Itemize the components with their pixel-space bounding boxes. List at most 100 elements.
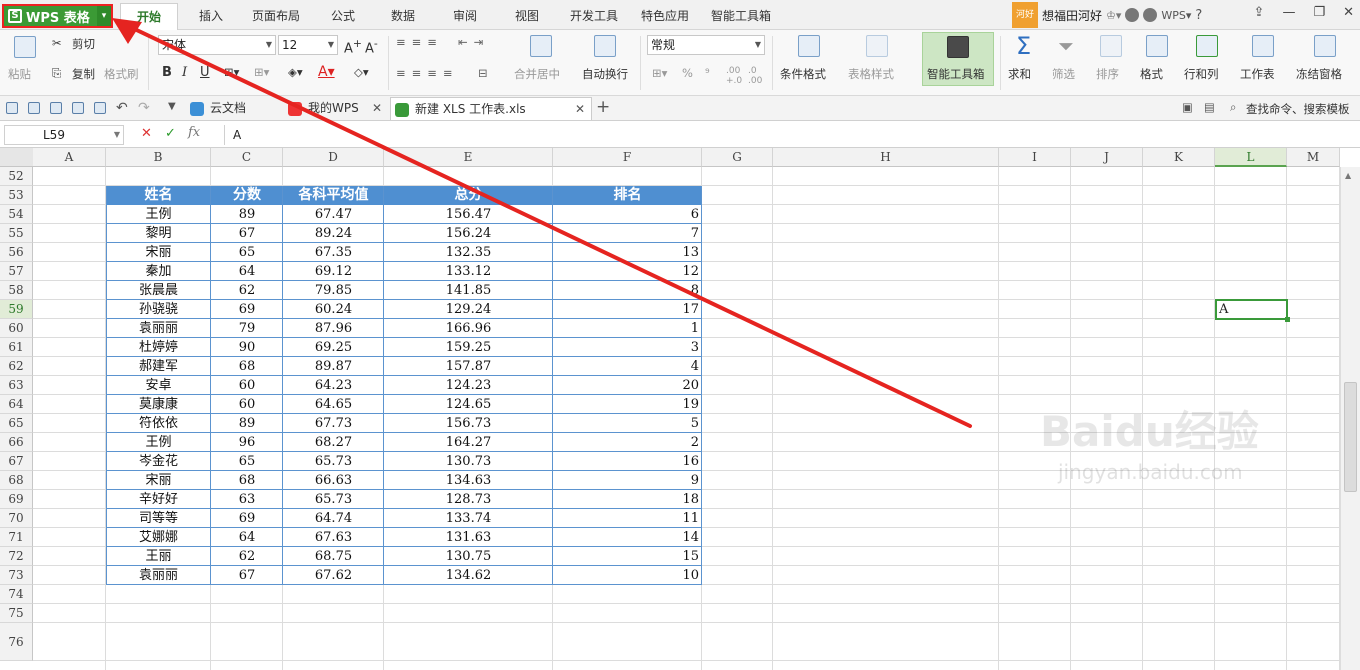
font-size-select[interactable]: 12 ▼ [278,35,338,55]
table-cell[interactable]: 袁丽丽 [106,319,211,338]
table-cell[interactable]: 15 [553,547,702,566]
table-cell[interactable]: 3 [553,338,702,357]
column-header-M[interactable]: M [1287,148,1340,167]
table-cell[interactable]: 130.75 [384,547,553,566]
table-cell[interactable]: 134.63 [384,471,553,490]
table-header-cell[interactable]: 分数 [211,186,283,205]
table-cell[interactable]: 124.65 [384,395,553,414]
tab-cloud-docs[interactable]: 云文档 [186,97,282,120]
undo-icon[interactable]: ↶ [116,100,128,116]
increase-font-icon[interactable]: A+ [344,37,362,56]
table-cell[interactable]: 辛好好 [106,490,211,509]
italic-button[interactable]: I [182,65,187,80]
table-cell[interactable]: 87.96 [283,319,384,338]
worksheet-icon[interactable] [1252,35,1274,57]
table-cell[interactable]: 8 [553,281,702,300]
currency-icon[interactable]: ⊞▾ [652,66,667,80]
vertical-scrollbar-thumb[interactable] [1344,382,1357,492]
row-header-52[interactable]: 52 [0,167,33,186]
table-header-cell[interactable]: 总分 [384,186,553,205]
tab-formulas[interactable]: 公式 [322,6,364,26]
table-cell[interactable]: 132.35 [384,243,553,262]
paste-icon[interactable] [14,36,36,58]
fill-handle[interactable] [1285,317,1290,322]
decimal-increase-icon[interactable]: .00 +.0 [726,66,742,86]
preview-icon[interactable] [94,102,106,114]
bold-button[interactable]: B [162,65,172,80]
table-style-icon[interactable] [866,35,888,57]
table-cell[interactable]: 96 [211,433,283,452]
tab-special[interactable]: 特色应用 [634,6,696,26]
confirm-edit-icon[interactable]: ✓ [165,126,176,141]
table-cell[interactable]: 89.87 [283,357,384,376]
user-avatar[interactable]: 河好 [1012,2,1038,28]
font-name-select[interactable]: 宋体 ▼ [158,35,276,55]
table-cell[interactable]: 130.73 [384,452,553,471]
table-cell[interactable]: 符依依 [106,414,211,433]
table-cell[interactable]: 张晨晨 [106,281,211,300]
row-header-69[interactable]: 69 [0,490,33,509]
table-cell[interactable]: 156.24 [384,224,553,243]
freeze-icon[interactable] [1314,35,1336,57]
table-cell[interactable]: 65.73 [283,490,384,509]
column-header-L[interactable]: L [1215,148,1287,167]
table-cell[interactable]: 129.24 [384,300,553,319]
tab-insert[interactable]: 插入 [190,6,232,26]
table-cell[interactable]: 孙骁骁 [106,300,211,319]
table-cell[interactable]: 王丽 [106,547,211,566]
table-cell[interactable]: 134.62 [384,566,553,585]
table-cell[interactable]: 郝建军 [106,357,211,376]
column-header-H[interactable]: H [773,148,999,167]
tab-page-layout[interactable]: 页面布局 [246,6,306,26]
table-cell[interactable]: 安卓 [106,376,211,395]
table-cell[interactable]: 69.12 [283,262,384,281]
open-folder-icon[interactable] [6,102,18,114]
toolbar-toggle-icon[interactable]: ▣ [1182,100,1193,114]
skin-icon[interactable] [1125,8,1140,22]
table-header-cell[interactable]: 姓名 [106,186,211,205]
worksheet-button[interactable]: 工作表 [1240,66,1275,82]
row-header-57[interactable]: 57 [0,262,33,281]
table-cell[interactable]: 袁丽丽 [106,566,211,585]
row-header-59[interactable]: 59 [0,300,33,319]
column-header-E[interactable]: E [384,148,553,167]
cut-button[interactable]: 剪切 [72,36,95,52]
fill-color-icon[interactable]: ◈▾ [288,65,303,79]
column-header-G[interactable]: G [702,148,773,167]
table-cell[interactable]: 69 [211,300,283,319]
border-icon[interactable]: ⊞▾ [224,65,239,79]
redo-icon[interactable]: ↷ [138,100,150,116]
tab-data[interactable]: 数据 [382,6,424,26]
table-cell[interactable]: 164.27 [384,433,553,452]
column-header-J[interactable]: J [1071,148,1143,167]
table-cell[interactable]: 16 [553,452,702,471]
column-header-D[interactable]: D [283,148,384,167]
name-box[interactable]: L59 ▼ [4,125,124,145]
row-header-60[interactable]: 60 [0,319,33,338]
tab-developer[interactable]: 开发工具 [563,6,625,26]
sort-icon[interactable] [1100,35,1122,57]
table-cell[interactable]: 19 [553,395,702,414]
help-icon[interactable]: ? [1195,8,1202,23]
table-cell[interactable]: 64 [211,262,283,281]
table-cell[interactable]: 王例 [106,433,211,452]
table-cell[interactable]: 69 [211,509,283,528]
merge-center-icon[interactable] [530,35,552,57]
table-cell[interactable]: 65.73 [283,452,384,471]
format-painter-button[interactable]: 格式刷 [104,66,139,82]
sum-button[interactable]: 求和 [1008,66,1031,82]
table-cell[interactable]: 4 [553,357,702,376]
table-cell[interactable]: 60 [211,395,283,414]
table-header-cell[interactable]: 排名 [553,186,702,205]
number-format-select[interactable]: 常规 ▼ [647,35,765,55]
table-cell[interactable]: 156.73 [384,414,553,433]
table-cell[interactable]: 67.63 [283,528,384,547]
cancel-edit-icon[interactable]: ✕ [141,126,152,141]
row-header-74[interactable]: 74 [0,585,33,604]
table-cell[interactable]: 68.75 [283,547,384,566]
conditional-format-icon[interactable] [798,35,820,57]
table-cell[interactable]: 20 [553,376,702,395]
wrap-text-icon[interactable] [594,35,616,57]
table-header-cell[interactable]: 各科平均值 [283,186,384,205]
paste-button[interactable]: 粘贴 [8,66,31,82]
